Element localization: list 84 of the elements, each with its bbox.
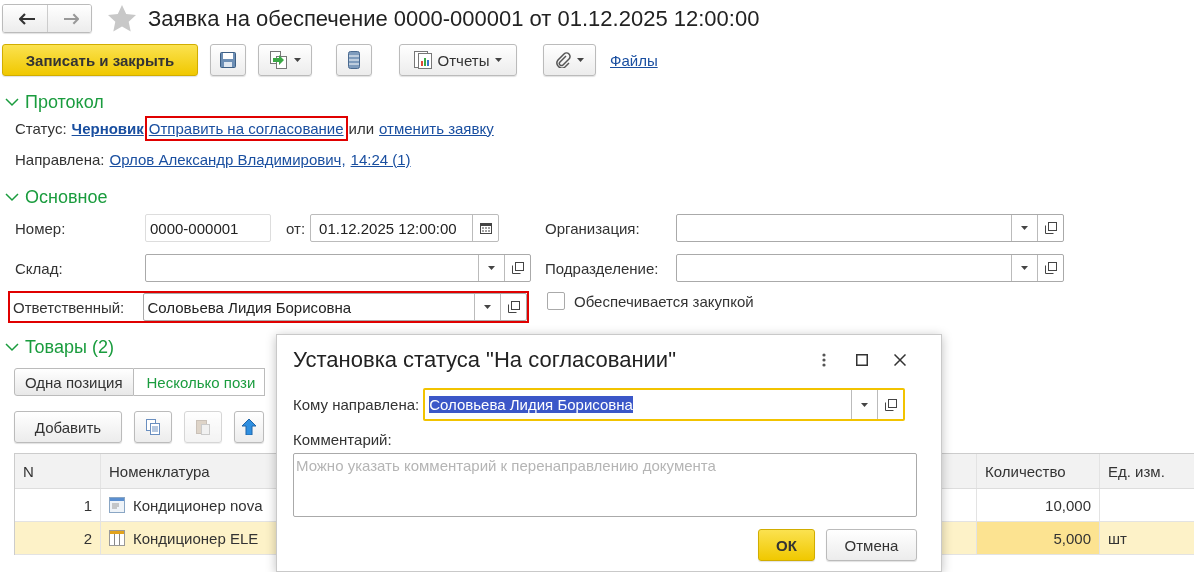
- create-based-on-button[interactable]: [258, 44, 312, 76]
- save-button[interactable]: [210, 44, 246, 76]
- section-title: Основное: [25, 186, 108, 208]
- list-stack-icon: [348, 51, 360, 69]
- table-cell-text: шт: [1107, 528, 1128, 549]
- date-field[interactable]: 01.12.2025 12:00:00: [310, 214, 500, 242]
- cancel-request-link[interactable]: отменить заявку: [379, 119, 494, 137]
- calendar-icon: [479, 222, 492, 234]
- open-icon: [884, 398, 897, 411]
- cancel-button[interactable]: Отмена: [826, 529, 917, 561]
- column-header: Количество: [977, 454, 1100, 488]
- table-cell: 10,000: [977, 489, 1100, 521]
- open-icon: [1044, 262, 1057, 274]
- table-cell: 1: [15, 489, 101, 521]
- warehouse-field[interactable]: [145, 254, 531, 282]
- reports-button[interactable]: Отчеты: [399, 44, 517, 76]
- field-label: Кому направлена:: [293, 396, 420, 413]
- table-grid-icon: [109, 530, 125, 546]
- add-button[interactable]: Добавить: [14, 411, 122, 443]
- subdivision-field[interactable]: [676, 254, 1064, 282]
- paste-button[interactable]: [184, 411, 222, 443]
- field-label: Ответственный:: [13, 298, 126, 316]
- files-link[interactable]: Файлы: [610, 51, 658, 69]
- move-up-button[interactable]: [234, 411, 264, 443]
- document-icon: [109, 497, 125, 513]
- table-cell: 5,000: [977, 522, 1100, 554]
- number-field[interactable]: 0000-000001: [145, 214, 271, 242]
- kebab-menu-icon: [822, 353, 826, 367]
- caret-icon: [293, 58, 301, 62]
- open-icon: [511, 262, 524, 274]
- responsible-field[interactable]: Соловьева Лидия Борисовна: [142, 293, 527, 321]
- paperclip-icon: [555, 52, 571, 68]
- open-icon: [507, 301, 520, 313]
- copy-documents-icon: [146, 419, 160, 435]
- conjunction-text: или: [348, 119, 375, 137]
- ok-button[interactable]: ОК: [758, 529, 815, 561]
- section-title: Товары (2): [25, 336, 114, 358]
- status-label: Статус:: [15, 119, 67, 137]
- comment-field[interactable]: Можно указать комментарий к перенаправлению документа: [293, 453, 917, 517]
- tab[interactable]: Несколько пози: [133, 368, 265, 396]
- field-label: Организация:: [545, 219, 641, 237]
- section-title: Протокол: [25, 91, 104, 113]
- field-label: Комментарий:: [293, 431, 393, 448]
- field-label: от:: [286, 219, 306, 237]
- field-label: Склад:: [15, 259, 64, 277]
- status-link[interactable]: Черновик: [71, 119, 144, 137]
- field-label: Номер:: [15, 219, 67, 237]
- caret-icon: [488, 266, 495, 270]
- caret-icon: [577, 58, 584, 62]
- open-icon: [1044, 222, 1057, 234]
- checkbox-label: Обеспечивается закупкой: [574, 292, 754, 310]
- attachments-button[interactable]: [543, 44, 596, 76]
- close-icon: [894, 354, 906, 366]
- window-title: Заявка на обеспечение 0000-000001 от 01.12.2025 12:00:00: [148, 5, 760, 32]
- clipboard-icon: [196, 419, 210, 435]
- organization-field[interactable]: [676, 214, 1064, 242]
- caret-icon: [1021, 226, 1028, 230]
- forward-arrow-icon: [64, 12, 79, 25]
- sent-label: Направлена:: [15, 150, 105, 168]
- up-arrow-icon: [242, 419, 256, 435]
- caret-icon: [495, 58, 503, 62]
- copy-button[interactable]: [134, 411, 172, 443]
- back-arrow-icon: [19, 12, 35, 25]
- back-button[interactable]: [3, 5, 47, 32]
- structure-button[interactable]: [336, 44, 372, 76]
- caret-icon: [861, 402, 869, 407]
- sent-time-link[interactable]: 14:24 (1): [350, 150, 411, 168]
- table-cell: Кондиционер nova: [133, 496, 263, 514]
- tab[interactable]: Одна позиция: [14, 368, 134, 396]
- field-label: Подразделение:: [545, 259, 660, 277]
- maximize-icon: [856, 354, 868, 366]
- column-header: Ед. изм.: [1107, 461, 1166, 482]
- caret-icon: [1021, 266, 1028, 270]
- column-header: N: [15, 454, 101, 488]
- caret-icon: [484, 305, 491, 309]
- dialog-title: Установка статуса "На согласовании": [293, 347, 677, 373]
- sent-to-link[interactable]: Орлов Александр Владимирович,: [109, 150, 346, 168]
- table-cell: 2: [15, 522, 101, 554]
- save-and-close-button[interactable]: Записать и закрыть: [2, 44, 198, 76]
- checkbox[interactable]: [547, 292, 565, 310]
- report-chart-icon: [413, 51, 432, 69]
- recipient-field[interactable]: Соловьева Лидия Борисовна: [423, 388, 906, 421]
- table-cell: Кондиционер ELE: [133, 529, 259, 547]
- documents-arrow-icon: [269, 51, 288, 69]
